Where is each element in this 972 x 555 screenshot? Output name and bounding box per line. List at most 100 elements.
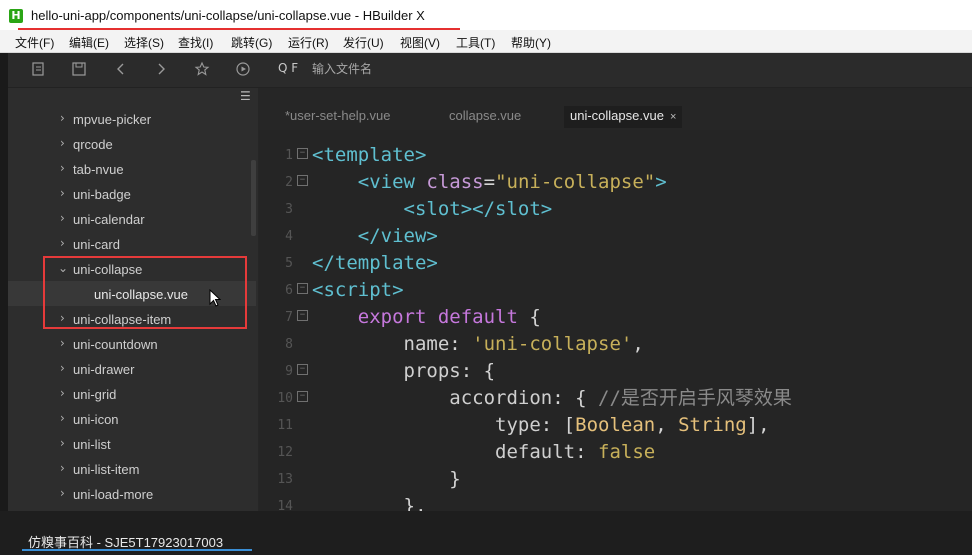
token: > [655,171,667,193]
fold-icon[interactable]: − [297,148,308,159]
tab-collapse[interactable]: collapse.vue [449,106,521,128]
code-line[interactable]: 6 − <script> [259,277,972,304]
menu-publish[interactable]: 发行(U) [343,34,384,51]
code-line[interactable]: 2 − <view class="uni-collapse"> [259,169,972,196]
token: , [655,414,679,436]
token: <template> [312,144,427,166]
close-icon[interactable]: × [670,111,676,123]
code-line[interactable]: 9 − props: { [259,358,972,385]
fold-icon[interactable]: − [297,364,308,375]
left-edge-strip [0,53,8,511]
code-text: type: [Boolean, String], [312,412,770,439]
chevron-right-icon: › [60,336,65,350]
code-text: default: false [312,439,655,466]
line-number: 8 [285,337,293,352]
tab-user-set-help[interactable]: *user-set-help.vue [285,106,391,128]
menu-tools[interactable]: 工具(T) [456,34,495,51]
menu-run[interactable]: 运行(R) [288,34,329,51]
code-line[interactable]: 12 default: false [259,439,972,466]
menu-help[interactable]: 帮助(Y) [511,34,551,51]
tab-uni-collapse[interactable]: uni-collapse.vue × [564,106,683,128]
tree-item-uni-card[interactable]: › uni-card [8,231,256,256]
save-icon[interactable] [70,61,88,79]
token: props [403,360,461,382]
menu-edit[interactable]: 编辑(E) [69,34,109,51]
tab-label: uni-collapse.vue [570,108,664,123]
token: </template> [312,252,438,274]
tree-item-uni-list[interactable]: › uni-list [8,431,256,456]
token: <view [357,171,427,193]
code-text: </template> [312,250,438,277]
code-line[interactable]: 5 </template> [259,250,972,277]
tree-item-uni-countdown[interactable]: › uni-countdown [8,331,256,356]
token: type [495,414,541,436]
token: ], [746,414,770,436]
tree-item-uni-icon[interactable]: › uni-icon [8,406,256,431]
tree-item-uni-load-more[interactable]: › uni-load-more [8,481,256,506]
line-number: 1 [285,148,293,163]
code-line[interactable]: 13 } [259,466,972,493]
code-line[interactable]: 14 }, [259,493,972,511]
code-line[interactable]: 11 type: [Boolean, String], [259,412,972,439]
tree-item-uni-drawer[interactable]: › uni-drawer [8,356,256,381]
tree-item-uni-calendar[interactable]: › uni-calendar [8,206,256,231]
token: <slot></slot> [403,198,553,220]
token: <script> [312,279,404,301]
fold-icon[interactable]: − [297,391,308,402]
token: : [ [540,414,576,436]
line-number: 14 [277,499,293,511]
line-number: 11 [277,418,293,433]
fold-icon[interactable]: − [297,310,308,321]
token: String [678,414,747,436]
star-icon[interactable] [193,61,211,79]
line-number: 2 [285,175,293,190]
token: , [632,333,644,355]
file-search-input[interactable] [312,60,612,78]
code-text: </view> [312,223,438,250]
token: = [483,171,496,193]
hamburger-menu-icon[interactable]: ☰ [240,89,251,103]
forward-icon[interactable] [152,61,170,79]
code-text: <slot></slot> [312,196,553,223]
menu-goto[interactable]: 跳转(G) [231,34,272,51]
back-icon[interactable] [112,61,130,79]
run-icon[interactable] [234,61,252,79]
token: "uni-collapse" [495,171,656,193]
line-number: 7 [285,310,293,325]
tree-item-uni-grid[interactable]: › uni-grid [8,381,256,406]
new-file-icon[interactable] [30,61,48,79]
code-line[interactable]: 1 − <template> [259,142,972,169]
code-text: export default { [312,304,541,331]
code-line[interactable]: 10 − accordion: { //是否开启手风琴效果 [259,385,972,412]
tree-item-mpvue-picker[interactable]: › mpvue-picker [8,106,256,131]
tree-item-uni-badge[interactable]: › uni-badge [8,181,256,206]
tree-item-tab-nvue[interactable]: › tab-nvue [8,156,256,181]
code-text: name: 'uni-collapse', [312,331,644,358]
code-text: }, [312,493,427,511]
fold-icon[interactable]: − [297,175,308,186]
chevron-right-icon: › [60,361,65,375]
tree-item-uni-list-item[interactable]: › uni-list-item [8,456,256,481]
menu-bar: 文件(F) 编辑(E) 选择(S) 查找(I) 跳转(G) 运行(R) 发行(U… [0,30,972,53]
status-active-underline [22,549,252,551]
menu-select[interactable]: 选择(S) [124,34,164,51]
tree-item-qrcode[interactable]: › qrcode [8,131,256,156]
code-line[interactable]: 8 name: 'uni-collapse', [259,331,972,358]
chevron-right-icon: › [60,111,65,125]
token: : [449,333,473,355]
line-number: 12 [277,445,293,460]
menu-file[interactable]: 文件(F) [15,34,54,51]
fold-icon[interactable]: − [297,283,308,294]
menu-find[interactable]: 查找(I) [178,34,213,51]
code-text: <view class="uni-collapse"> [312,169,667,196]
line-number: 3 [285,202,293,217]
line-number: 6 [285,283,293,298]
token: : { [552,387,598,409]
code-text: props: { [312,358,496,385]
menu-view[interactable]: 视图(V) [400,34,440,51]
code-line[interactable]: 3 <slot></slot> [259,196,972,223]
window-title: hello-uni-app/components/uni-collapse/un… [31,8,425,23]
code-line[interactable]: 7 − export default { [259,304,972,331]
code-line[interactable]: 4 </view> [259,223,972,250]
code-text: } [312,466,460,493]
